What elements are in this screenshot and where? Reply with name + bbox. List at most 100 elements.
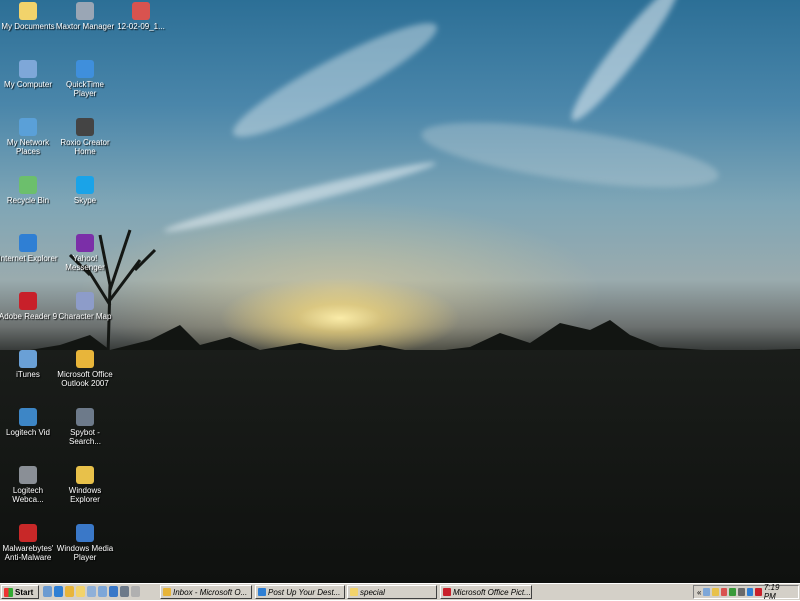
system-tray: « 7:19 PM [693, 583, 799, 601]
desktop-icon-label: Recycle Bin [6, 196, 50, 205]
desktop-icon-label: Windows Media Player [56, 544, 114, 562]
desktop-icon-label: Windows Explorer [68, 486, 102, 504]
desktop-icon[interactable]: Logitech Vid [0, 408, 59, 437]
desktop-icon-label: 12-02-09_1... [117, 22, 165, 31]
logitech-vid-icon [19, 408, 37, 426]
outlook-task-icon [163, 588, 171, 596]
desktop-icon-label: Yahoo! Messenger [65, 254, 105, 272]
taskbar-clock[interactable]: 7:19 PM [764, 583, 792, 601]
chevron-quicklaunch-icon[interactable] [131, 586, 140, 597]
tray-icon[interactable] [746, 588, 754, 596]
recycle-bin-icon [19, 176, 37, 194]
desktop-icon[interactable]: My Network Places [0, 118, 59, 156]
task-button-label: special [360, 587, 385, 597]
ie-task-icon [258, 588, 266, 596]
desktop[interactable]: My Documents Maxtor Manager 12-02-09_1... M… [0, 0, 800, 583]
tray-icon[interactable] [703, 588, 711, 596]
spybot-quicklaunch-icon[interactable] [120, 586, 129, 597]
tray-expand-icon[interactable]: « [697, 588, 701, 597]
computer-quicklaunch-icon[interactable] [98, 586, 107, 597]
task-button-label: Inbox - Microsoft O... [173, 587, 248, 597]
desktop-icon-label: Spybot - Search... [68, 428, 101, 446]
desktop-icon[interactable]: Recycle Bin [0, 176, 59, 205]
drive-manager-icon [76, 2, 94, 20]
task-button[interactable]: Microsoft Office Pict... [440, 585, 532, 599]
task-button-label: Post Up Your Dest... [268, 587, 341, 597]
tray-icon[interactable] [720, 588, 728, 596]
desktop-icon[interactable]: QuickTime Player [54, 60, 116, 98]
desktop-icon-label: iTunes [16, 370, 40, 379]
desktop-icon-label: Logitech Webca... [12, 486, 44, 504]
tray-icon[interactable] [712, 588, 719, 596]
desktop-icon[interactable]: Internet Explorer [0, 234, 59, 263]
desktop-icon[interactable]: Malwarebytes' Anti-Malware [0, 524, 59, 562]
quick-launch-bar [43, 586, 140, 599]
folder-task-icon [350, 588, 358, 596]
windows-explorer-icon [76, 466, 94, 484]
task-button-label: Microsoft Office Pict... [453, 587, 531, 597]
skype-icon [76, 176, 94, 194]
task-button[interactable]: Inbox - Microsoft O... [160, 585, 252, 599]
desktop-icon[interactable]: Logitech Webca... [0, 466, 59, 504]
desktop-icon-label: My Network Places [6, 138, 50, 156]
desktop-icon-label: Character Map [58, 312, 112, 321]
desktop-icon[interactable]: Yahoo! Messenger [54, 234, 116, 272]
task-button[interactable]: special [347, 585, 437, 599]
desktop-icon[interactable]: My Documents [0, 2, 59, 31]
malwarebytes-icon [19, 524, 37, 542]
desktop-icon-label: My Documents [1, 22, 55, 31]
folder-documents-icon [19, 2, 37, 20]
desktop-icon-label: Roxio Creator Home [60, 138, 110, 156]
start-label: Start [15, 587, 34, 597]
desktop-icon-label: QuickTime Player [66, 80, 104, 98]
desktop-icon[interactable]: iTunes [0, 350, 59, 379]
desktop-icon[interactable]: Character Map [54, 292, 116, 321]
desktop-icon[interactable]: Roxio Creator Home [54, 118, 116, 156]
tray-icon[interactable] [737, 588, 745, 596]
media-quicklaunch-icon[interactable] [109, 586, 118, 597]
desktop-icon-label: Logitech Vid [6, 428, 50, 437]
windows-logo-icon [4, 587, 13, 597]
picture-manager-task-icon [443, 588, 451, 596]
network-icon [19, 118, 37, 136]
field-ground [0, 350, 800, 583]
computer-icon [19, 60, 37, 78]
desktop-icon-label: My Computer [3, 80, 52, 89]
spybot-icon [76, 408, 94, 426]
cloud-streak [224, 8, 446, 152]
outlook-icon [76, 350, 94, 368]
ie-quicklaunch-icon[interactable] [54, 586, 63, 597]
cloud-streak [562, 0, 688, 128]
desktop-icon[interactable]: Windows Explorer [54, 466, 116, 504]
desktop-icon[interactable]: Skype [54, 176, 116, 205]
desktop-icon-label: Microsoft Office Outlook 2007 [57, 370, 113, 388]
tray-icon[interactable] [755, 588, 762, 596]
media-player-icon [76, 524, 94, 542]
start-button[interactable]: Start [1, 585, 39, 599]
cloud-streak [162, 156, 438, 238]
desktop-icon-label: Skype [73, 196, 97, 205]
desktop-icon-label: Malwarebytes' Anti-Malware [2, 544, 54, 562]
desktop-icon[interactable]: Microsoft Office Outlook 2007 [54, 350, 116, 388]
internet-explorer-icon [19, 234, 37, 252]
quicktime-icon [76, 60, 94, 78]
desktop-icon-label: Adobe Reader 9 [0, 312, 58, 321]
desktop-icon[interactable]: 12-02-09_1... [110, 2, 172, 31]
itunes-icon [19, 350, 37, 368]
outlook-quicklaunch-icon[interactable] [65, 586, 74, 597]
tray-icon[interactable] [729, 588, 736, 596]
image-file-icon [132, 2, 150, 20]
taskbar: Start Inbox - Microsoft O... Post Up Your… [0, 583, 800, 601]
folder-quicklaunch-icon[interactable] [76, 586, 85, 597]
desktop-icon[interactable]: Maxtor Manager [54, 2, 116, 31]
desktop-icon[interactable]: Adobe Reader 9 [0, 292, 59, 321]
desktop-icon-label: Internet Explorer [0, 254, 58, 263]
desktop-icon[interactable]: Spybot - Search... [54, 408, 116, 446]
mail-quicklaunch-icon[interactable] [87, 586, 96, 597]
cloud-streak [417, 109, 723, 201]
desktop-icon[interactable]: My Computer [0, 60, 59, 89]
show-desktop-icon[interactable] [43, 586, 52, 597]
task-button[interactable]: Post Up Your Dest... [255, 585, 345, 599]
desktop-icon[interactable]: Windows Media Player [54, 524, 116, 562]
desktop-icon-label: Maxtor Manager [55, 22, 115, 31]
